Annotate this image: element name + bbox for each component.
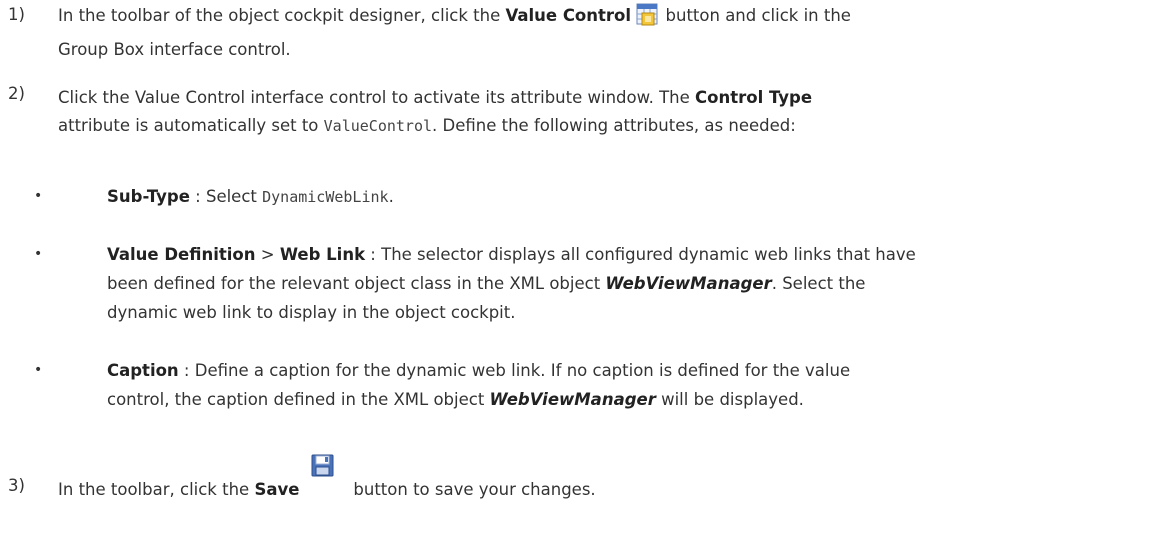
attribute-name: Web Link: [279, 245, 366, 264]
step-text-part: Group Box interface control.: [58, 40, 291, 59]
bullet-dot: •: [34, 246, 43, 262]
bullet-text: Value Definition > Web Link : The select…: [107, 240, 1157, 327]
save-icon: [299, 454, 353, 498]
bullet-dot: •: [34, 362, 43, 378]
step-text-part: . Define the following attributes, as ne…: [432, 116, 796, 135]
bullet-text-part: : Select: [189, 187, 263, 206]
bullet-text-part: will be displayed.: [655, 390, 804, 409]
step-text: Click the Value Control interface contro…: [58, 84, 1158, 140]
bullet-text-part: dynamic web link to display in the objec…: [107, 303, 516, 322]
bullet-text-part: : Define a caption for the dynamic web l…: [178, 361, 851, 380]
step-text-part: button and click in the: [660, 6, 851, 25]
step-text: In the toolbar, click the Save button to…: [58, 454, 1158, 504]
step-number: 2): [8, 84, 25, 103]
bullet-text-part: : The selector displays all configured d…: [365, 245, 916, 264]
ui-term: Save: [254, 480, 300, 499]
bullet-text: Sub-Type : Select DynamicWebLink.: [107, 182, 1157, 212]
xml-object-name: WebViewManager: [489, 390, 656, 409]
bullet-text-part: . Select the: [771, 274, 866, 293]
step-text-part: attribute is automatically set to: [58, 116, 324, 135]
bullet-text-part: control, the caption defined in the XML …: [107, 390, 490, 409]
step-number: 1): [8, 5, 25, 24]
attribute-name: Value Definition: [107, 245, 256, 264]
code-value: ValueControl: [323, 117, 433, 135]
step-text: In the toolbar of the object cockpit des…: [58, 2, 1158, 64]
step-text-part: In the toolbar of the object cockpit des…: [58, 6, 506, 25]
step-number: 3): [8, 476, 25, 495]
bullet-text-part: .: [388, 187, 394, 206]
step-text-part: In the toolbar, click the: [58, 480, 255, 499]
document-page: 1) In the toolbar of the object cockpit …: [0, 0, 1171, 540]
ui-term: Control Type: [695, 88, 813, 107]
code-value: DynamicWebLink: [262, 188, 389, 206]
ui-term: Value Control: [505, 6, 632, 25]
attribute-name: Caption: [107, 361, 179, 380]
bullet-text-part: been defined for the relevant object cla…: [107, 274, 606, 293]
bullet-dot: •: [34, 188, 43, 204]
xml-object-name: WebViewManager: [605, 274, 772, 293]
bullet-text-part: >: [255, 245, 280, 264]
bullet-text: Caption : Define a caption for the dynam…: [107, 356, 1157, 414]
attribute-name: Sub-Type: [107, 187, 190, 206]
step-text-part: button to save your changes.: [353, 480, 596, 499]
step-text-part: Click the Value Control interface contro…: [58, 88, 696, 107]
value-control-icon: [636, 3, 660, 36]
